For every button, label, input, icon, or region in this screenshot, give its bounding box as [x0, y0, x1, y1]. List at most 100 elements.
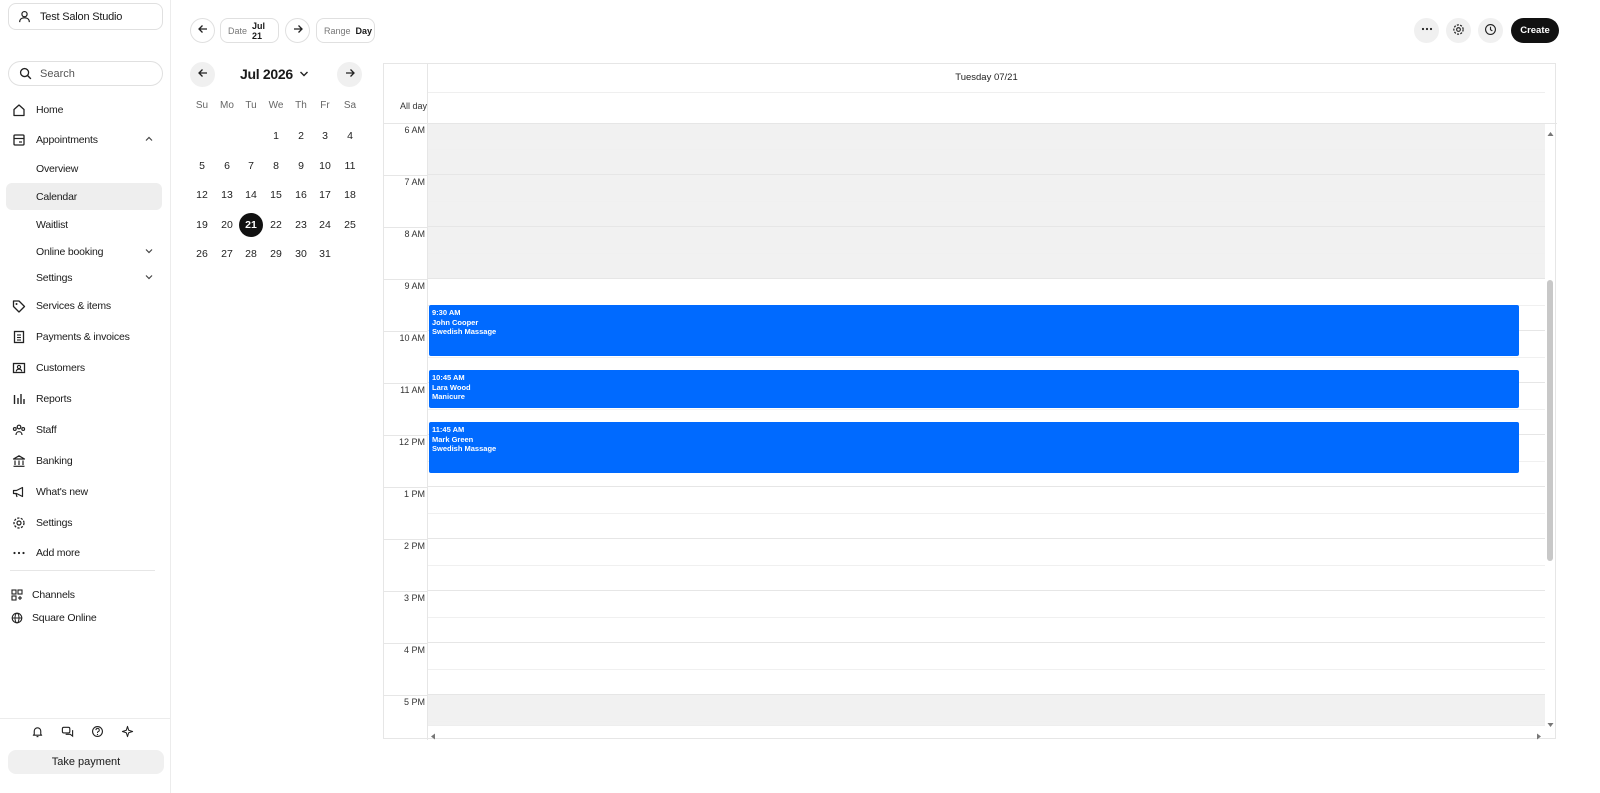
calendar-day[interactable]: 11	[338, 154, 362, 178]
nav-appointment-settings[interactable]: Settings	[6, 264, 162, 291]
next-date-button[interactable]	[285, 18, 310, 43]
calendar-day[interactable]: 23	[289, 213, 313, 237]
nav-staff[interactable]: Staff	[6, 416, 162, 443]
create-button[interactable]: Create	[1511, 18, 1559, 43]
sparkle-icon[interactable]	[120, 724, 134, 738]
calendar-day[interactable]: 4	[338, 124, 362, 148]
calendar-day[interactable]: 26	[190, 242, 214, 266]
nav-square-online-label: Square Online	[32, 611, 97, 624]
chevron-up-icon[interactable]	[144, 134, 154, 147]
hour-row: 8 AM	[384, 227, 1545, 279]
calendar-day[interactable]: 3	[313, 124, 337, 148]
hour-row: 1 PM	[384, 487, 1545, 539]
hour-label: 5 PM	[403, 697, 425, 707]
calendar-day[interactable]: 18	[338, 183, 362, 207]
chevron-down-icon[interactable]	[144, 246, 154, 259]
nav-waitlist[interactable]: Waitlist	[6, 211, 162, 238]
nav-customers[interactable]: Customers	[6, 354, 162, 381]
appointment-block[interactable]: 10:45 AM Lara Wood Manicure	[429, 370, 1519, 408]
previous-date-button[interactable]	[190, 18, 215, 43]
nav-add-more[interactable]: Add more	[6, 539, 162, 566]
nav-calendar[interactable]: Calendar	[6, 183, 162, 210]
selected-day[interactable]: 21	[239, 212, 263, 237]
day-view-grid[interactable]: 6 AM 7 AM 8 AM 9 AM 10 AM 11 AM 12 PM 1 PM 2 PM 3…	[384, 124, 1545, 725]
calendar-day[interactable]: 9	[289, 154, 313, 178]
mini-calendar-next-button[interactable]	[337, 62, 362, 87]
time-gutter-divider	[427, 64, 428, 740]
range-selector-value: Day	[355, 25, 373, 36]
calendar-day[interactable]: 15	[264, 183, 288, 207]
business-selector[interactable]: Test Salon Studio	[8, 3, 163, 30]
nav-reports[interactable]: Reports	[6, 385, 162, 412]
nav-online-booking[interactable]: Online booking	[6, 238, 162, 265]
take-payment-button[interactable]: Take payment	[8, 750, 164, 774]
calendar-day[interactable]: 22	[264, 213, 288, 237]
calendar-day[interactable]: 5	[190, 154, 214, 178]
mini-calendar-prev-button[interactable]	[190, 62, 215, 87]
calendar-day[interactable]: 8	[264, 154, 288, 178]
more-options-button[interactable]	[1414, 18, 1439, 43]
horizontal-scrollbar[interactable]	[428, 725, 1545, 740]
search-input[interactable]	[40, 67, 150, 80]
gear-icon	[12, 516, 26, 530]
hour-tick	[384, 591, 427, 592]
scroll-up-icon[interactable]	[1547, 126, 1554, 140]
vertical-scrollbar-thumb[interactable]	[1547, 280, 1553, 561]
calendar-day[interactable]: 31	[313, 242, 337, 266]
nav-whats-new[interactable]: What's new	[6, 478, 162, 505]
calendar-day[interactable]: 2	[289, 124, 313, 148]
scroll-left-icon[interactable]	[430, 729, 436, 743]
calendar-day[interactable]: 27	[215, 242, 239, 266]
half-hour-line	[428, 149, 1545, 150]
calendar-day[interactable]: 12	[190, 183, 214, 207]
calendar-day[interactable]: 29	[264, 242, 288, 266]
chevron-down-icon[interactable]	[144, 272, 154, 285]
date-picker[interactable]: Date Jul 21	[220, 18, 279, 43]
nav-appointments[interactable]: Appointments	[6, 126, 162, 153]
calendar-day[interactable]: 14	[239, 183, 263, 207]
nav-square-online[interactable]: Square Online	[6, 604, 162, 631]
range-selector[interactable]: Range Day	[316, 18, 375, 43]
calendar-day[interactable]: 17	[313, 183, 337, 207]
calendar-day[interactable]: 1	[264, 124, 288, 148]
chevron-down-icon	[299, 66, 309, 82]
nav-home[interactable]: Home	[6, 96, 162, 123]
search-box[interactable]	[8, 61, 163, 86]
hour-label: 2 PM	[403, 541, 425, 551]
nav-payments[interactable]: Payments & invoices	[6, 323, 162, 350]
messages-icon[interactable]	[60, 724, 74, 738]
nav-overview[interactable]: Overview	[6, 155, 162, 182]
nav-banking[interactable]: Banking	[6, 447, 162, 474]
hour-label: 11 AM	[400, 385, 425, 395]
appointment-service: Swedish Massage	[432, 327, 497, 336]
calendar-day[interactable]: 30	[289, 242, 313, 266]
day-column-title[interactable]: Tuesday 07/21	[428, 64, 1545, 93]
calendar-day[interactable]: 19	[190, 213, 214, 237]
help-icon[interactable]	[90, 724, 104, 738]
calendar-day[interactable]: 25	[338, 213, 362, 237]
calendar-day[interactable]: 7	[239, 154, 263, 178]
calendar-day[interactable]: 28	[239, 242, 263, 266]
scroll-right-icon[interactable]	[1536, 729, 1542, 743]
hour-label: 9 AM	[404, 281, 425, 291]
bell-icon[interactable]	[30, 724, 44, 738]
history-button[interactable]	[1478, 18, 1503, 43]
appointment-block[interactable]: 11:45 AM Mark Green Swedish Massage	[429, 422, 1519, 473]
nav-staff-label: Staff	[36, 423, 57, 436]
calendar-settings-button[interactable]	[1446, 18, 1471, 43]
megaphone-icon	[12, 485, 26, 499]
calendar-day[interactable]: 20	[215, 213, 239, 237]
hour-tick	[384, 331, 427, 332]
calendar-day[interactable]: 10	[313, 154, 337, 178]
vertical-scrollbar[interactable]	[1545, 124, 1556, 727]
appointment-block[interactable]: 9:30 AM John Cooper Swedish Massage	[429, 305, 1519, 356]
nav-waitlist-label: Waitlist	[36, 218, 68, 231]
calendar-day[interactable]: 16	[289, 183, 313, 207]
calendar-day[interactable]: 13	[215, 183, 239, 207]
nav-settings[interactable]: Settings	[6, 509, 162, 536]
scroll-down-icon[interactable]	[1547, 717, 1554, 731]
calendar-day[interactable]: 6	[215, 154, 239, 178]
calendar-day[interactable]: 24	[313, 213, 337, 237]
mini-calendar-month-selector[interactable]: Jul 2026	[240, 66, 309, 82]
nav-services[interactable]: Services & items	[6, 292, 162, 319]
